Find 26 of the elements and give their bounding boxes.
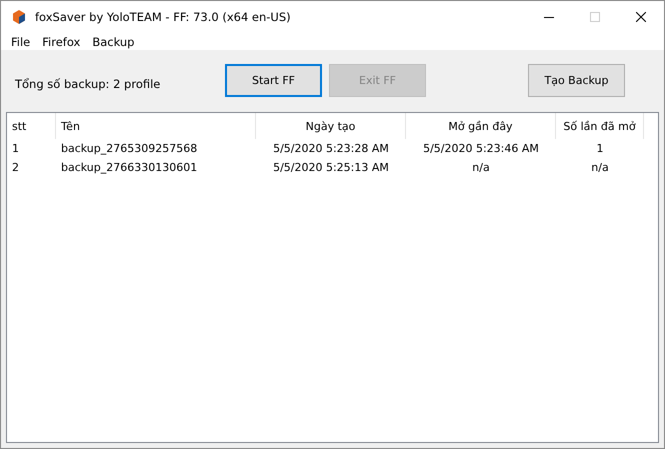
menu-item[interactable]: File: [5, 34, 36, 48]
table-cell-text: 5/5/2020 5:23:28 AM: [272, 141, 390, 157]
column-header[interactable]: Số lần đã mở: [556, 113, 644, 139]
menu-item[interactable]: Firefox: [36, 34, 86, 48]
table-cell-text: 1: [11, 141, 20, 157]
table-cell-text: 5/5/2020 5:23:46 AM: [422, 141, 540, 157]
column-header[interactable]: stt: [7, 113, 56, 139]
close-icon: [636, 12, 646, 22]
table-cell-text: n/a: [590, 160, 610, 176]
action-button[interactable]: Start FF: [225, 64, 322, 97]
backup-count-label: Tổng số backup: 2 profile: [15, 76, 162, 90]
app-logo-icon: [11, 9, 27, 25]
menu-item[interactable]: Backup: [86, 34, 140, 48]
table-cell-text: 5/5/2020 5:25:13 AM: [272, 160, 390, 176]
column-header[interactable]: Ngày tạo: [256, 113, 406, 139]
table-cell-text: 2: [11, 160, 20, 176]
window-title: foxSaver by YoloTEAM - FF: 73.0 (x64 en-US): [35, 10, 292, 24]
table-cell-text: 1: [596, 141, 604, 157]
action-button[interactable]: Tạo Backup: [528, 64, 625, 97]
column-header[interactable]: Mở gần đây: [406, 113, 556, 139]
column-header[interactable]: Tên: [56, 113, 256, 139]
maximize-icon: [590, 12, 600, 22]
table-cell-text: backup_2765309257568: [60, 141, 198, 157]
minimize-icon: [544, 16, 554, 18]
table-cell-text: backup_2766330130601: [60, 160, 198, 176]
table-cell-text: n/a: [471, 160, 491, 176]
